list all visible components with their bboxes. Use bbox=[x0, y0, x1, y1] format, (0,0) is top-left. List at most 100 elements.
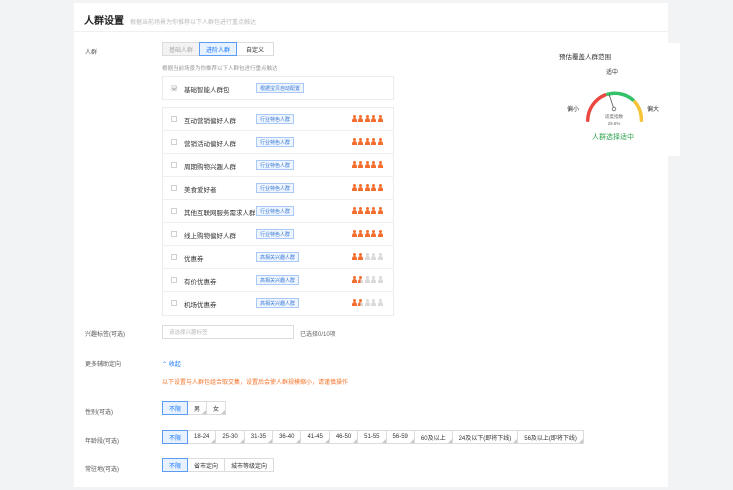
crowd-row[interactable]: 优惠券 高相关兴趣人群 bbox=[163, 246, 393, 269]
person-icon bbox=[358, 138, 364, 145]
crowd-row-name: 互动营销偏好人群 bbox=[184, 118, 236, 125]
base-pack-row[interactable]: 基础智能人群包 根据宝贝自动配置 bbox=[163, 77, 393, 100]
age-option[interactable]: 56及以上(即将下线) bbox=[517, 430, 584, 444]
crowd-row[interactable]: 其他互联网服务需求人群 行业特色人群 bbox=[163, 200, 393, 223]
crowd-row-checkbox[interactable] bbox=[171, 162, 177, 168]
collapse-toggle-label: 收起 bbox=[168, 362, 181, 368]
gender-option[interactable]: 女 bbox=[206, 401, 227, 415]
more-targeting-label: 更多辅助定向 bbox=[85, 362, 122, 368]
crowd-rating bbox=[351, 184, 384, 191]
age-option[interactable]: 36-40 bbox=[272, 430, 302, 444]
person-icon bbox=[358, 115, 364, 122]
person-icon bbox=[377, 207, 383, 214]
person-icon bbox=[377, 161, 383, 168]
crowd-row-checkbox[interactable] bbox=[171, 254, 177, 260]
gender-option[interactable]: 男 bbox=[187, 401, 208, 415]
person-icon bbox=[358, 230, 364, 237]
crowd-rating bbox=[351, 115, 384, 122]
collapse-toggle[interactable]: ⌃ 收起 bbox=[162, 359, 181, 368]
person-icon-body bbox=[351, 233, 357, 237]
age-label: 年龄段(可选) bbox=[85, 439, 119, 445]
crowd-hint: 根据当前场景为你推荐以下人群包进行重点触达 bbox=[162, 66, 278, 72]
crowd-row[interactable]: 周期购物兴趣人群 行业特色人群 bbox=[163, 154, 393, 177]
crowd-row[interactable]: 互动营销偏好人群 行业特色人群 bbox=[163, 108, 393, 131]
residence-option[interactable]: 不限 bbox=[162, 458, 189, 472]
crowd-row-tag: 高相关兴趣人群 bbox=[256, 298, 300, 308]
person-icon bbox=[364, 161, 370, 168]
gauge-metric-value: 29.6% bbox=[607, 121, 621, 126]
person-icon bbox=[371, 138, 377, 145]
person-icon-body bbox=[351, 256, 357, 260]
residence-label: 常驻地(可选) bbox=[85, 467, 119, 473]
age-option[interactable]: 18-24 bbox=[187, 430, 217, 444]
person-icon bbox=[371, 115, 377, 122]
age-option[interactable]: 46-50 bbox=[328, 430, 359, 444]
crowd-row-checkbox[interactable] bbox=[171, 208, 177, 214]
person-icon-body bbox=[371, 256, 376, 260]
gender-segmented: 不限男女 bbox=[162, 401, 227, 415]
crowd-row-checkbox[interactable] bbox=[171, 116, 177, 122]
person-icon bbox=[358, 161, 364, 168]
person-icon-body bbox=[377, 302, 383, 306]
crowd-row[interactable]: 有价优惠券 高相关兴趣人群 bbox=[163, 269, 393, 292]
age-option[interactable]: 51-55 bbox=[357, 430, 387, 444]
person-icon-body bbox=[377, 279, 383, 283]
gauge-result: 人群选择适中 bbox=[592, 134, 634, 141]
person-icon bbox=[377, 230, 383, 237]
person-icon-body bbox=[377, 164, 383, 168]
crowd-row-checkbox[interactable] bbox=[171, 277, 177, 283]
person-icon bbox=[364, 230, 370, 237]
age-option[interactable]: 41-45 bbox=[300, 430, 330, 444]
crowd-mode-button[interactable]: 进阶人群 bbox=[199, 42, 237, 56]
interest-count: 已选择0/10项 bbox=[300, 332, 336, 338]
gauge-arc-green bbox=[606, 91, 635, 102]
crowd-mode-button[interactable]: 自定义 bbox=[236, 42, 274, 56]
person-icon bbox=[358, 276, 364, 283]
age-option[interactable]: 31-35 bbox=[243, 430, 274, 444]
residence-option[interactable]: 省市定向 bbox=[187, 458, 226, 472]
gender-option[interactable]: 不限 bbox=[162, 401, 189, 415]
person-icon-body bbox=[358, 164, 363, 168]
residence-option[interactable]: 城市等级定向 bbox=[224, 458, 275, 472]
crowd-row-checkbox[interactable] bbox=[171, 185, 177, 191]
crowd-row-checkbox[interactable] bbox=[171, 231, 177, 237]
interest-tag-select[interactable]: 请选择兴趣标签 bbox=[162, 325, 294, 339]
age-option[interactable]: 60及以上 bbox=[413, 430, 453, 444]
person-icon-body bbox=[358, 141, 363, 145]
crowd-row[interactable]: 营销活动偏好人群 行业特色人群 bbox=[163, 131, 393, 154]
crowd-row-tag: 行业特色人群 bbox=[256, 229, 295, 239]
person-icon-body bbox=[358, 279, 363, 283]
person-icon bbox=[371, 276, 377, 283]
crowd-row-name: 周期购物兴趣人群 bbox=[184, 164, 236, 171]
interest-label: 兴趣标签(可选) bbox=[85, 332, 125, 338]
age-option[interactable]: 不限 bbox=[162, 430, 189, 444]
person-icon-body bbox=[358, 302, 363, 306]
person-icon-body bbox=[364, 302, 370, 306]
age-option[interactable]: 25-30 bbox=[215, 430, 245, 444]
person-icon-body bbox=[358, 187, 363, 191]
person-icon bbox=[364, 207, 370, 214]
person-icon-body bbox=[364, 118, 370, 122]
crowd-row[interactable]: 美食爱好者 行业特色人群 bbox=[163, 177, 393, 200]
age-option[interactable]: 56-59 bbox=[385, 430, 415, 444]
crowd-row-tag: 高相关兴趣人群 bbox=[256, 252, 300, 262]
crowd-row-name: 有价优惠券 bbox=[184, 279, 217, 286]
crowd-row-name: 优惠券 bbox=[184, 256, 204, 263]
person-icon-body bbox=[364, 210, 370, 214]
crowd-row[interactable]: 线上购物偏好人群 行业特色人群 bbox=[163, 223, 393, 246]
crowd-row-checkbox[interactable] bbox=[171, 139, 177, 145]
crowd-row-checkbox[interactable] bbox=[171, 300, 177, 306]
crowd-mode-button[interactable]: 基础人群 bbox=[162, 42, 200, 56]
person-icon bbox=[371, 161, 377, 168]
base-pack-checkbox[interactable] bbox=[171, 85, 177, 91]
crowd-row-tag: 高相关兴趣人群 bbox=[256, 275, 300, 285]
crowd-row-tag: 行业特色人群 bbox=[256, 114, 295, 124]
crowd-row[interactable]: 机场优惠券 高相关兴趣人群 bbox=[163, 292, 393, 315]
crowd-rating bbox=[351, 299, 384, 306]
person-icon-body bbox=[371, 164, 376, 168]
person-icon bbox=[351, 207, 357, 214]
person-icon-body bbox=[364, 279, 370, 283]
crowd-rating bbox=[351, 207, 384, 214]
person-icon bbox=[371, 253, 377, 260]
age-option[interactable]: 24及以下(即将下线) bbox=[451, 430, 519, 444]
